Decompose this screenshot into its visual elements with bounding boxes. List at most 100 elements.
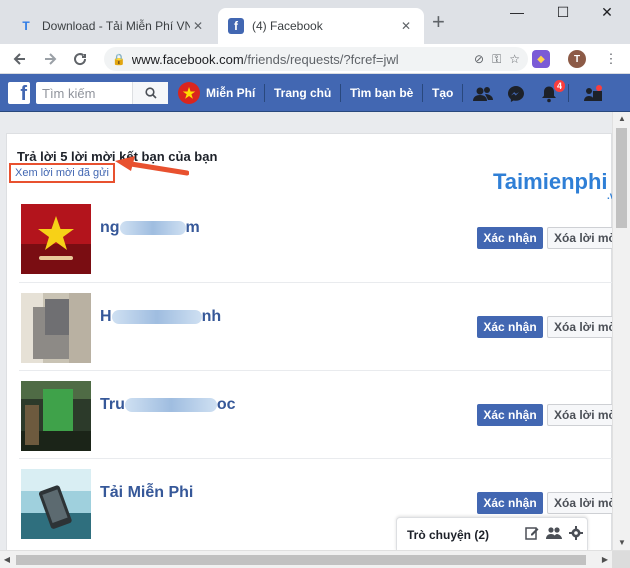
gear-icon[interactable] (565, 526, 587, 543)
scroll-left-arrow-icon[interactable]: ◀ (0, 551, 14, 568)
avatar[interactable] (21, 469, 91, 539)
name-blur (119, 220, 186, 235)
name-visible-start: H (100, 308, 112, 325)
url-path: /friends/requests/?fcref=jwl (243, 51, 399, 67)
scrollbar-corner (612, 551, 630, 568)
avatar[interactable] (21, 381, 91, 451)
reload-icon (74, 53, 87, 66)
forward-button[interactable] (38, 47, 62, 71)
confirm-button[interactable]: Xác nhận (477, 492, 543, 514)
requester-name[interactable]: Hnh (100, 308, 221, 326)
nav-divider (462, 84, 463, 102)
blurred-profile-picture (21, 381, 91, 451)
tab-title: Download - Tải Miễn Phí VN - (42, 19, 190, 33)
main-content: Trả lời 5 lời mời kết bạn của bạn Xem lờ… (0, 112, 621, 550)
reload-button[interactable] (68, 47, 92, 71)
chat-bar[interactable]: Trò chuyện (2) (396, 517, 588, 551)
requester-name[interactable]: Tải Miễn Phi (100, 484, 193, 502)
back-button[interactable] (8, 47, 32, 71)
star-icon[interactable]: ☆ (509, 52, 520, 66)
search-button[interactable] (132, 82, 168, 104)
search-input[interactable]: Tìm kiếm (36, 82, 168, 104)
nav-find-friends[interactable]: Tìm bạn bè (350, 86, 413, 100)
requester-name[interactable]: ng m (100, 219, 200, 237)
group-chat-icon[interactable] (543, 526, 565, 543)
watermark-text: Taimienphi (493, 169, 608, 194)
user-name: Miễn Phí (206, 86, 256, 100)
friend-request-row: ng m Xác nhận Xóa lời mời (19, 194, 621, 282)
facebook-header: f Tìm kiếm ★ Miễn Phí Trang chủ Tìm bạn … (0, 74, 630, 112)
search-placeholder: Tìm kiếm (42, 85, 96, 101)
view-sent-requests-link[interactable]: Xem lời mời đã gửi (9, 163, 115, 183)
avatar[interactable] (21, 293, 91, 363)
key-icon[interactable]: ⚿ (492, 52, 501, 67)
name-visible-end: m (185, 219, 200, 236)
extension-icon[interactable]: ◆ (532, 50, 550, 68)
maximize-button[interactable]: ☐ (540, 4, 586, 21)
settings-glyph (569, 526, 583, 540)
name-visible-start: Tru (100, 396, 125, 413)
close-icon[interactable]: ✕ (398, 19, 414, 33)
watermark-logo: Taimienphi .vn (493, 169, 621, 202)
nav-home[interactable]: Trang chủ (274, 86, 331, 100)
facebook-logo-icon[interactable]: f (8, 82, 30, 104)
lock-icon: 🔒 (112, 53, 126, 66)
friends-glyph (473, 87, 493, 101)
messenger-glyph (508, 86, 524, 102)
scroll-down-arrow-icon[interactable]: ▼ (613, 536, 630, 550)
name-blur (124, 397, 217, 412)
url-text: www.facebook.com/friends/requests/?fcref… (132, 52, 466, 67)
profile-link[interactable]: ★ Miễn Phí (178, 82, 255, 104)
tab-facebook[interactable]: f (4) Facebook ✕ (218, 8, 424, 44)
delete-request-button[interactable]: Xóa lời mời (547, 227, 621, 249)
facebook-favicon-icon: f (228, 18, 244, 34)
scroll-thumb[interactable] (616, 128, 627, 228)
new-message-icon[interactable] (521, 526, 543, 543)
new-tab-button[interactable]: + (432, 11, 445, 33)
group-glyph (546, 527, 562, 539)
delete-request-button[interactable]: Xóa lời mời (547, 492, 621, 514)
profile-avatar[interactable]: T (568, 50, 586, 68)
blocked-content-icon[interactable]: ⊘ (474, 52, 484, 66)
help-people-glyph (584, 85, 602, 101)
window-close-button[interactable]: ✕ (584, 4, 630, 21)
quick-help-icon[interactable] (582, 83, 604, 105)
name-visible-start: ng (100, 219, 120, 236)
close-icon[interactable]: ✕ (190, 19, 206, 33)
name-visible-end: nh (201, 308, 222, 325)
vertical-scrollbar[interactable]: ▲ ▼ (612, 112, 630, 550)
menu-dots-icon[interactable]: ⋮ (600, 48, 622, 70)
requester-name[interactable]: Tru oc (100, 396, 236, 414)
browser-toolbar: 🔒 www.facebook.com/friends/requests/?fcr… (0, 44, 630, 74)
chat-label: Trò chuyện (2) (407, 527, 490, 542)
messenger-icon[interactable] (505, 83, 527, 105)
delete-request-button[interactable]: Xóa lời mời (547, 404, 621, 426)
nav-divider (422, 84, 423, 102)
confirm-button[interactable]: Xác nhận (477, 404, 543, 426)
tab-title: (4) Facebook (252, 19, 323, 33)
browser-tab-strip: T Download - Tải Miễn Phí VN - ✕ f (4) F… (0, 0, 630, 44)
name-visible-start: Tải Miễn Phi (100, 484, 194, 501)
nav-divider (340, 84, 341, 102)
confirm-button[interactable]: Xác nhận (477, 316, 543, 338)
avatar[interactable] (21, 204, 91, 274)
phone-water-profile-picture (21, 469, 91, 539)
address-bar[interactable]: 🔒 www.facebook.com/friends/requests/?fcr… (104, 47, 528, 71)
name-visible-end: oc (216, 396, 236, 413)
scroll-thumb[interactable] (16, 555, 586, 565)
nav-create[interactable]: Tạo (432, 86, 453, 100)
notifications-icon[interactable]: 4 (538, 79, 566, 105)
tab-download[interactable]: T Download - Tải Miễn Phí VN - ✕ (8, 8, 216, 44)
horizontal-scrollbar[interactable]: ◀ ▶ (0, 550, 630, 568)
forward-arrow-icon (45, 53, 57, 65)
minimize-button[interactable]: — (494, 4, 540, 20)
friend-requests-icon[interactable] (472, 83, 494, 105)
edit-glyph (525, 527, 539, 540)
friend-request-row: Tru oc Xác nhận Xóa lời mời (19, 370, 621, 458)
taimienphi-favicon-icon: T (22, 19, 30, 33)
scroll-right-arrow-icon[interactable]: ▶ (598, 551, 612, 568)
scroll-up-arrow-icon[interactable]: ▲ (613, 112, 630, 126)
confirm-button[interactable]: Xác nhận (477, 227, 543, 249)
delete-request-button[interactable]: Xóa lời mời (547, 316, 621, 338)
friend-request-row: Hnh Xác nhận Xóa lời mời (19, 282, 621, 370)
